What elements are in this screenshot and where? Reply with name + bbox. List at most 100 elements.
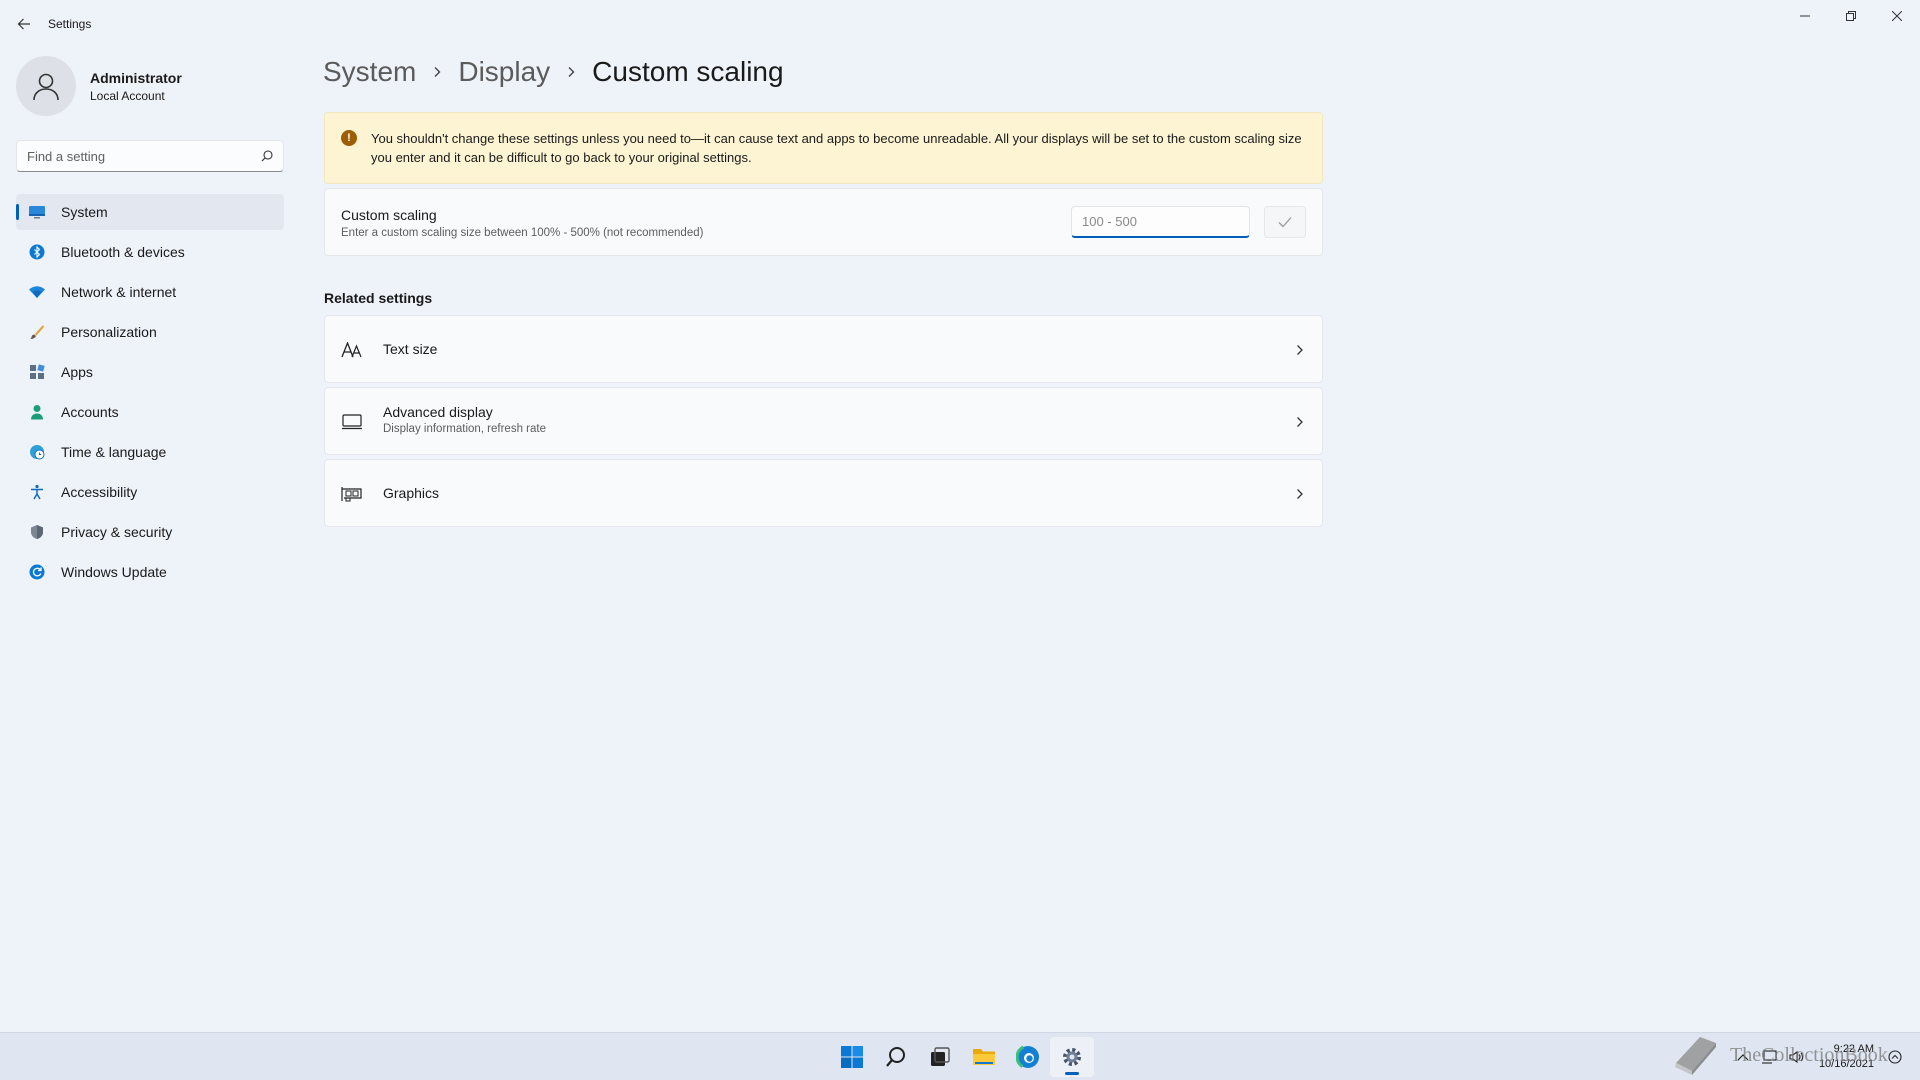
minimize-button[interactable] — [1782, 0, 1828, 32]
nav-item-system[interactable]: System — [16, 194, 284, 230]
nav-item-network[interactable]: Network & internet — [16, 274, 284, 310]
custom-scaling-title: Custom scaling — [341, 207, 437, 223]
nav-item-bluetooth[interactable]: Bluetooth & devices — [16, 234, 284, 270]
file-explorer-button[interactable] — [962, 1037, 1006, 1077]
breadcrumb-system[interactable]: System — [323, 56, 416, 88]
graphics-text: Graphics — [383, 485, 439, 501]
text-size-link[interactable]: Text size — [324, 315, 1323, 383]
nav-label: Time & language — [61, 444, 167, 460]
custom-scaling-input[interactable] — [1071, 206, 1250, 238]
avatar — [16, 56, 76, 116]
advanced-display-subtitle: Display information, refresh rate — [383, 423, 546, 435]
nav-label: Privacy & security — [61, 524, 173, 540]
shield-icon — [28, 523, 46, 541]
apps-icon — [28, 363, 46, 381]
graphics-link[interactable]: Graphics — [324, 459, 1323, 527]
back-arrow-icon — [17, 18, 30, 30]
search-icon — [261, 150, 273, 162]
app-title: Settings — [48, 17, 92, 31]
taskbar-apps — [830, 1037, 1094, 1077]
close-button[interactable] — [1874, 0, 1920, 32]
page-title: Custom scaling — [592, 56, 784, 87]
watermark: TheCollectionBook — [1670, 1030, 1888, 1080]
nav-label: Apps — [61, 364, 93, 380]
nav-label: Network & internet — [61, 284, 177, 300]
windows-logo-icon — [841, 1046, 863, 1068]
watermark-text: TheCollectionBook — [1730, 1043, 1888, 1066]
nav-item-time-language[interactable]: Time & language — [16, 434, 284, 470]
text-size-icon — [341, 340, 363, 360]
advanced-display-text: Advanced display Display information, re… — [383, 404, 546, 435]
related-settings-heading: Related settings — [324, 290, 433, 306]
nav-list: System Bluetooth & devices Network & int… — [16, 194, 284, 594]
warning-banner: ! You shouldn't change these settings un… — [324, 112, 1323, 184]
search-icon — [886, 1047, 905, 1067]
accessibility-icon — [28, 483, 46, 501]
custom-scaling-card: Custom scaling Enter a custom scaling si… — [324, 188, 1323, 256]
nav-item-accessibility[interactable]: Accessibility — [16, 474, 284, 510]
window-controls — [1782, 0, 1920, 32]
title-bar: Settings — [0, 0, 1920, 48]
chevron-right-icon — [432, 66, 442, 78]
close-icon — [1892, 11, 1902, 21]
warning-text: You shouldn't change these settings unle… — [371, 131, 1302, 165]
warning-icon: ! — [341, 130, 357, 146]
restore-icon — [1846, 11, 1856, 21]
text-size-title: Text size — [383, 341, 438, 357]
folder-icon — [973, 1049, 995, 1065]
notifications-button[interactable] — [1888, 1050, 1902, 1064]
system-icon — [28, 203, 46, 221]
update-icon — [28, 563, 46, 581]
gear-icon — [1063, 1048, 1081, 1066]
back-button[interactable] — [0, 0, 48, 48]
nav-item-apps[interactable]: Apps — [16, 354, 284, 390]
chevron-right-icon — [1297, 489, 1303, 499]
graphics-title: Graphics — [383, 485, 440, 501]
taskbar-search-button[interactable] — [874, 1037, 918, 1077]
settings-app-button[interactable] — [1050, 1037, 1094, 1077]
brush-icon — [28, 323, 46, 341]
taskbar: 9:22 AM 10/16/2021 — [0, 1032, 1920, 1080]
notification-icon — [1888, 1050, 1902, 1064]
chevron-right-icon — [1297, 417, 1303, 427]
profile-text: Administrator Local Account — [90, 70, 182, 103]
breadcrumb: System Display Custom scaling — [323, 56, 784, 88]
breadcrumb-display[interactable]: Display — [458, 56, 550, 88]
edge-browser-button[interactable] — [1006, 1037, 1050, 1077]
advanced-display-link[interactable]: Advanced display Display information, re… — [324, 387, 1323, 455]
monitor-icon — [341, 412, 363, 432]
nav-label: Accessibility — [61, 484, 138, 500]
task-view-button[interactable] — [918, 1037, 962, 1077]
chevron-right-icon — [1297, 345, 1303, 355]
edge-icon — [1016, 1045, 1040, 1069]
user-profile[interactable]: Administrator Local Account — [16, 56, 182, 116]
nav-item-windows-update[interactable]: Windows Update — [16, 554, 284, 590]
nav-label: Bluetooth & devices — [61, 244, 185, 260]
accounts-icon — [28, 403, 46, 421]
nav-label: System — [61, 204, 108, 220]
nav-label: Personalization — [61, 324, 157, 340]
nav-item-personalization[interactable]: Personalization — [16, 314, 284, 350]
task-view-icon — [931, 1047, 950, 1066]
nav-item-privacy[interactable]: Privacy & security — [16, 514, 284, 550]
globe-clock-icon — [28, 443, 46, 461]
search-box[interactable] — [16, 140, 284, 172]
advanced-display-title: Advanced display — [383, 404, 493, 420]
restore-button[interactable] — [1828, 0, 1874, 32]
book-logo-icon — [1675, 1037, 1716, 1075]
profile-account-type: Local Account — [90, 88, 165, 103]
start-button[interactable] — [830, 1037, 874, 1077]
apply-button[interactable] — [1264, 206, 1306, 238]
user-icon — [33, 73, 59, 101]
profile-name: Administrator — [90, 69, 182, 86]
custom-scaling-description: Enter a custom scaling size between 100%… — [341, 227, 704, 239]
text-size-text: Text size — [383, 341, 437, 357]
graphics-card-icon — [341, 484, 363, 504]
search-input[interactable] — [27, 148, 261, 164]
chevron-right-icon — [566, 66, 576, 78]
wifi-icon — [28, 283, 46, 301]
checkmark-icon — [1278, 217, 1292, 228]
bluetooth-icon — [28, 243, 46, 261]
nav-label: Accounts — [61, 404, 119, 420]
nav-item-accounts[interactable]: Accounts — [16, 394, 284, 430]
